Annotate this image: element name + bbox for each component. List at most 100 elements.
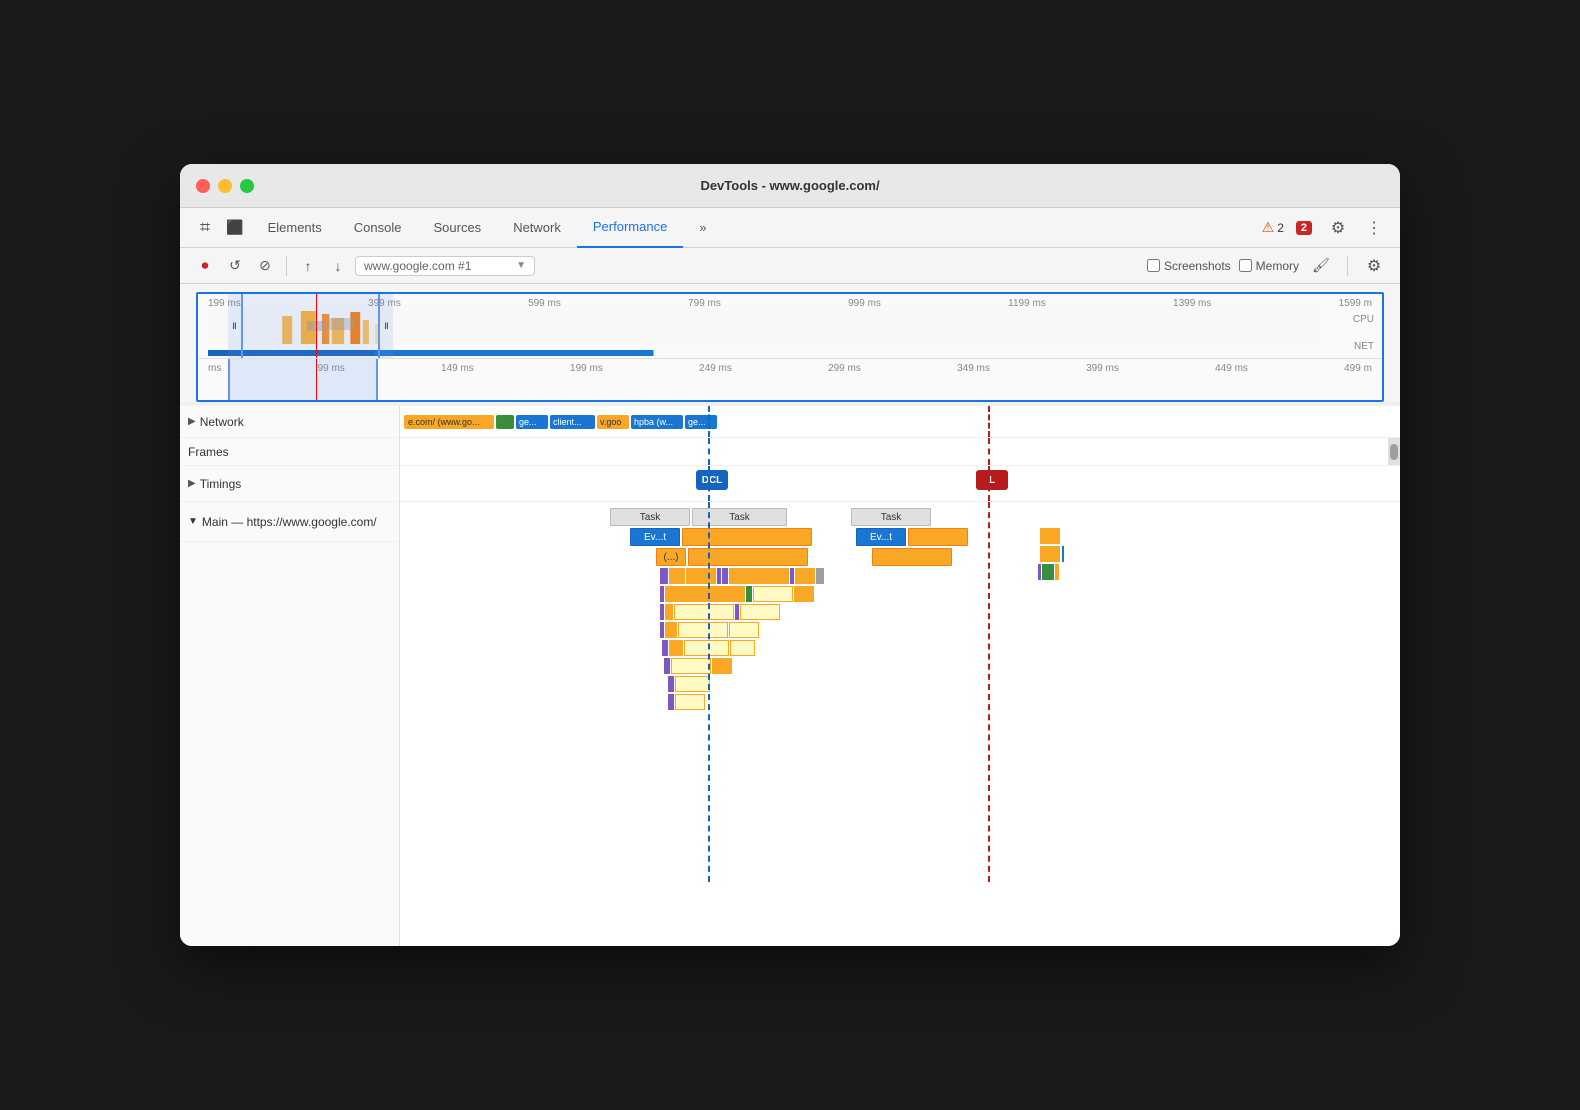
f4-8[interactable] bbox=[795, 568, 815, 584]
f4-9[interactable] bbox=[816, 568, 824, 584]
f4-3[interactable] bbox=[686, 568, 716, 584]
tab-device[interactable]: ⬛ bbox=[218, 208, 251, 248]
r1-1[interactable] bbox=[1040, 528, 1060, 544]
close-button[interactable] bbox=[196, 179, 210, 193]
left-handle[interactable]: ‖ bbox=[228, 294, 243, 358]
f7-1[interactable] bbox=[660, 622, 664, 638]
f4-6[interactable] bbox=[729, 568, 789, 584]
right-row-1 bbox=[1040, 528, 1400, 544]
more-button[interactable]: ⋮ bbox=[1360, 214, 1388, 242]
tab-network[interactable]: Network bbox=[497, 208, 577, 248]
network-expand-btn[interactable]: ▶ bbox=[188, 416, 196, 427]
f4-7[interactable] bbox=[790, 568, 794, 584]
f5-3[interactable] bbox=[746, 586, 752, 602]
net-req-6[interactable]: ge... bbox=[685, 415, 717, 429]
l-marker[interactable]: L bbox=[976, 470, 1008, 490]
settings-button[interactable]: ⚙ bbox=[1324, 214, 1352, 242]
reload-button[interactable]: ↺ bbox=[222, 253, 248, 279]
net-req-2[interactable]: ge... bbox=[516, 415, 548, 429]
right-handle[interactable]: ‖ bbox=[378, 294, 393, 358]
f5-1[interactable] bbox=[660, 586, 664, 602]
f6-2[interactable] bbox=[665, 604, 673, 620]
net-req-3[interactable]: client... bbox=[550, 415, 595, 429]
main-expand-btn[interactable]: ▼ bbox=[188, 516, 198, 527]
tab-more[interactable]: » bbox=[683, 208, 722, 248]
memory-checkbox-label[interactable]: Memory bbox=[1239, 259, 1299, 273]
minimize-button[interactable] bbox=[218, 179, 232, 193]
net-req-0[interactable]: e.com/ (www.go... bbox=[404, 415, 494, 429]
f11-1[interactable] bbox=[668, 694, 674, 710]
upload-button[interactable]: ↑ bbox=[295, 253, 321, 279]
task-bar-2[interactable]: Task bbox=[692, 508, 787, 526]
f6-1[interactable] bbox=[660, 604, 664, 620]
playhead-cursor bbox=[316, 294, 317, 358]
scroll-thumb[interactable] bbox=[1390, 444, 1398, 460]
f10-1[interactable] bbox=[668, 676, 674, 692]
event-bar-1[interactable]: Ev...t bbox=[630, 528, 680, 546]
f8-1[interactable] bbox=[662, 640, 668, 656]
task-y1[interactable]: (...) bbox=[656, 548, 686, 566]
task-y3[interactable] bbox=[872, 548, 952, 566]
f6-3[interactable] bbox=[674, 604, 734, 620]
yellow-bar-2[interactable] bbox=[908, 528, 968, 546]
error-badge: 2 bbox=[1296, 221, 1312, 235]
f4-5[interactable] bbox=[722, 568, 728, 584]
traffic-lights bbox=[196, 179, 254, 193]
f7-3[interactable] bbox=[678, 622, 728, 638]
perf-settings-button[interactable]: ⚙ bbox=[1360, 252, 1388, 280]
f4-2[interactable] bbox=[669, 568, 685, 584]
net-req-4[interactable]: v.goo bbox=[597, 415, 629, 429]
f6-4[interactable] bbox=[735, 604, 739, 620]
tab-elements[interactable]: Elements bbox=[252, 208, 338, 248]
task-y2[interactable] bbox=[688, 548, 808, 566]
tab-sources[interactable]: Sources bbox=[417, 208, 497, 248]
frames-row-label: Frames bbox=[180, 438, 399, 466]
net-req-1[interactable] bbox=[496, 415, 514, 429]
f8-2[interactable] bbox=[669, 640, 683, 656]
f7-4[interactable] bbox=[729, 622, 759, 638]
screenshots-checkbox[interactable] bbox=[1147, 259, 1160, 272]
bt-0: ms bbox=[208, 363, 221, 374]
f8-4[interactable] bbox=[730, 640, 755, 656]
r3-1[interactable] bbox=[1038, 564, 1041, 580]
f7-2[interactable] bbox=[665, 622, 677, 638]
timings-row-content: DCL L bbox=[400, 466, 1400, 502]
download-button[interactable]: ↓ bbox=[325, 253, 351, 279]
f5-2[interactable] bbox=[665, 586, 745, 602]
overview-area[interactable]: 199 ms 399 ms 599 ms 799 ms 999 ms 1199 … bbox=[196, 292, 1384, 402]
error-count: 2 bbox=[1296, 221, 1312, 235]
f5-4[interactable] bbox=[753, 586, 793, 602]
f4-4[interactable] bbox=[717, 568, 721, 584]
net-req-5[interactable]: hpba (w... bbox=[631, 415, 683, 429]
maximize-button[interactable] bbox=[240, 179, 254, 193]
record-button[interactable]: ⏺ bbox=[192, 253, 218, 279]
yellow-bar-1[interactable] bbox=[682, 528, 812, 546]
f10-2[interactable] bbox=[675, 676, 710, 692]
timings-expand-btn[interactable]: ▶ bbox=[188, 478, 196, 489]
r2-1[interactable] bbox=[1040, 546, 1060, 562]
tab-performance[interactable]: Performance bbox=[577, 208, 683, 248]
dcl-marker[interactable]: DCL bbox=[696, 470, 728, 490]
f6-5[interactable] bbox=[740, 604, 780, 620]
tab-inspector[interactable]: ⌗ bbox=[192, 208, 218, 248]
frames-label: Frames bbox=[188, 445, 229, 459]
tab-console[interactable]: Console bbox=[338, 208, 418, 248]
task-bar-3[interactable]: Task bbox=[851, 508, 931, 526]
f4-1[interactable] bbox=[660, 568, 668, 584]
task-bar-1[interactable]: Task bbox=[610, 508, 690, 526]
r3-2[interactable] bbox=[1042, 564, 1054, 580]
f11-2[interactable] bbox=[675, 694, 705, 710]
memory-checkbox[interactable] bbox=[1239, 259, 1252, 272]
r3-3[interactable] bbox=[1055, 564, 1059, 580]
f9-3[interactable] bbox=[712, 658, 732, 674]
f5-5[interactable] bbox=[794, 586, 814, 602]
r2-2[interactable] bbox=[1062, 546, 1064, 562]
screenshots-checkbox-label[interactable]: Screenshots bbox=[1147, 259, 1231, 273]
brush-icon: 🖌 bbox=[1307, 252, 1335, 280]
clear-button[interactable]: ⊘ bbox=[252, 253, 278, 279]
url-selector[interactable]: www.google.com #1 ▼ bbox=[355, 256, 535, 276]
f8-3[interactable] bbox=[684, 640, 729, 656]
event-bar-2[interactable]: Ev...t bbox=[856, 528, 906, 546]
f9-2[interactable] bbox=[671, 658, 711, 674]
f9-1[interactable] bbox=[664, 658, 670, 674]
